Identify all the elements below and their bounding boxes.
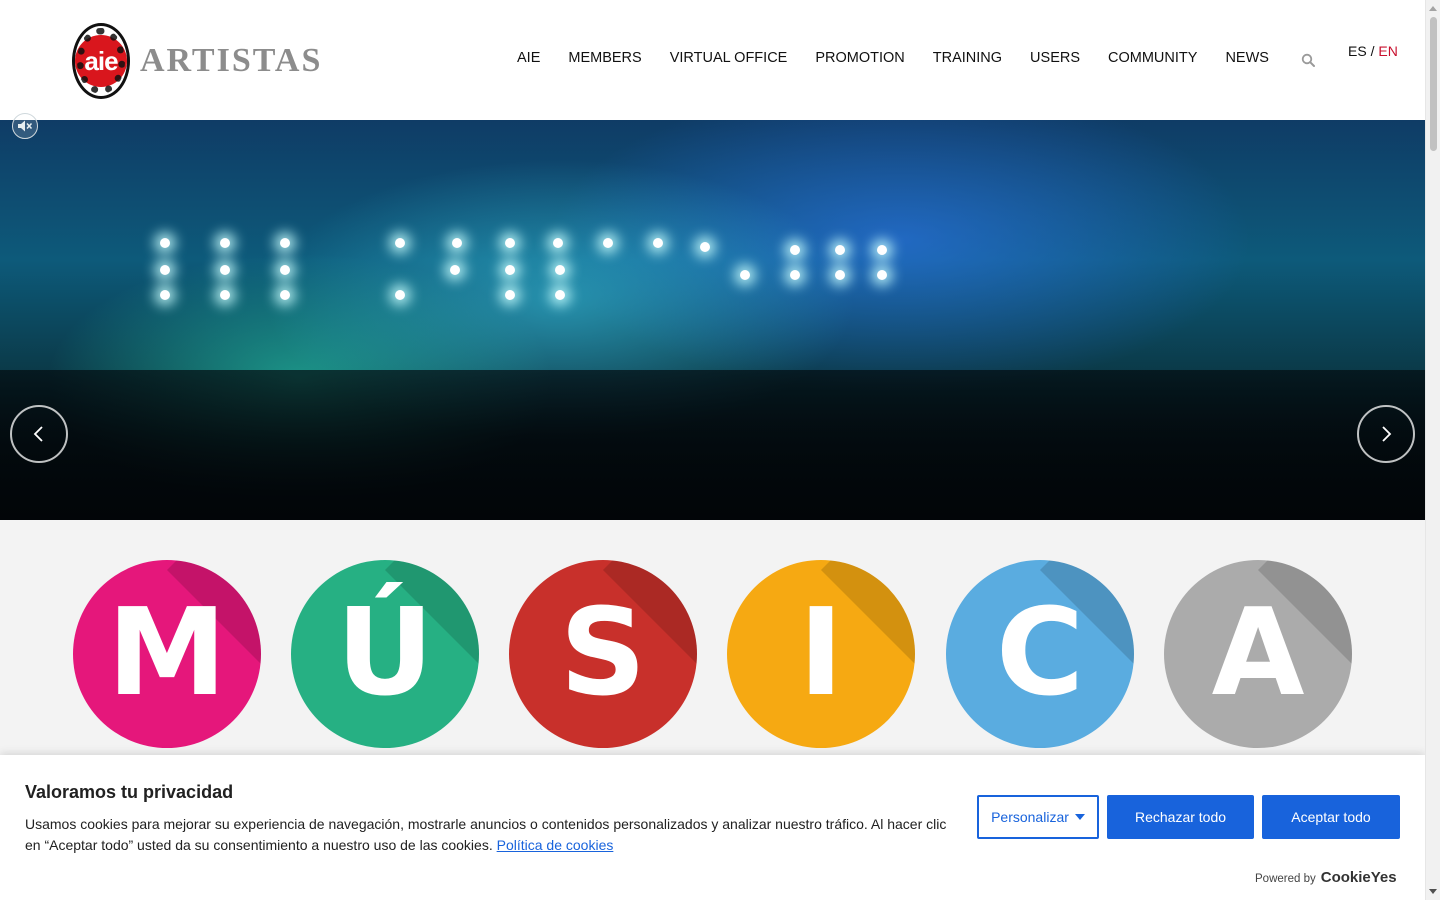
cookie-title: Valoramos tu privacidad [25, 782, 234, 802]
letter-circle-a[interactable]: A [1164, 560, 1352, 748]
slider-next-button[interactable] [1357, 405, 1415, 463]
muted-speaker-icon[interactable] [12, 113, 38, 139]
site-header: aie ARTISTAS AIE MEMBERS VIRTUAL OFFICE … [0, 0, 1425, 120]
customize-button[interactable]: Personalizar [977, 795, 1099, 839]
powered-by-label: Powered by [1255, 873, 1316, 885]
lang-separator: / [1366, 43, 1379, 59]
nav-item-members[interactable]: MEMBERS [568, 50, 641, 66]
nav-item-virtual-office[interactable]: VIRTUAL OFFICE [670, 50, 788, 66]
letter-circle-i[interactable]: I [727, 560, 915, 748]
letter-glyph: I [798, 584, 844, 723]
cookie-description: Usamos cookies para mejorar su experienc… [25, 814, 955, 856]
cookie-policy-link[interactable]: Política de cookies [497, 837, 614, 853]
search-icon[interactable] [1301, 53, 1315, 67]
scroll-up-arrow-icon[interactable] [1429, 6, 1437, 11]
crowd-silhouette [0, 370, 1425, 520]
lang-en[interactable]: EN [1378, 43, 1397, 59]
letter-circle-s[interactable]: S [509, 560, 697, 748]
main-nav: AIE MEMBERS VIRTUAL OFFICE PROMOTION TRA… [517, 50, 1297, 66]
nav-item-aie[interactable]: AIE [517, 50, 540, 66]
nav-item-training[interactable]: TRAINING [933, 50, 1002, 66]
logo-wordmark: ARTISTAS [140, 42, 323, 79]
cookieyes-logo[interactable]: CookieYes [1321, 869, 1397, 886]
caret-down-icon [1074, 814, 1085, 820]
letter-circle-m[interactable]: M [73, 560, 261, 748]
nav-item-community[interactable]: COMMUNITY [1108, 50, 1197, 66]
cookie-text: Usamos cookies para mejorar su experienc… [25, 816, 947, 853]
letter-glyph: C [995, 584, 1085, 723]
letter-glyph: M [107, 584, 227, 723]
lang-es[interactable]: ES [1348, 43, 1367, 59]
page-scrollbar[interactable] [1425, 0, 1440, 900]
cookie-consent-banner: Valoramos tu privacidad Usamos cookies p… [0, 755, 1425, 900]
hero-video-slider [0, 120, 1425, 520]
powered-by: Powered by CookieYes [1255, 869, 1397, 886]
reject-all-button[interactable]: Rechazar todo [1107, 795, 1254, 839]
scrollbar-thumb[interactable] [1430, 17, 1437, 151]
aie-badge-icon: aie [72, 23, 130, 99]
logo-ring [77, 28, 125, 94]
chevron-right-icon [1382, 426, 1392, 442]
nav-item-news[interactable]: NEWS [1225, 50, 1269, 66]
language-switcher: ES / EN [1348, 43, 1398, 59]
letter-glyph: A [1211, 584, 1305, 723]
customize-label: Personalizar [991, 809, 1069, 825]
letter-glyph: Ú [336, 584, 434, 723]
accept-all-button[interactable]: Aceptar todo [1262, 795, 1400, 839]
slider-prev-button[interactable] [10, 405, 68, 463]
chevron-left-icon [33, 426, 43, 442]
letter-glyph: S [559, 584, 647, 723]
nav-item-users[interactable]: USERS [1030, 50, 1080, 66]
scroll-down-arrow-icon[interactable] [1429, 889, 1437, 894]
aie-artistas-logo[interactable]: aie ARTISTAS [72, 22, 322, 100]
letter-circle-u[interactable]: Ú [291, 560, 479, 748]
nav-item-promotion[interactable]: PROMOTION [815, 50, 904, 66]
letter-circle-c[interactable]: C [946, 560, 1134, 748]
